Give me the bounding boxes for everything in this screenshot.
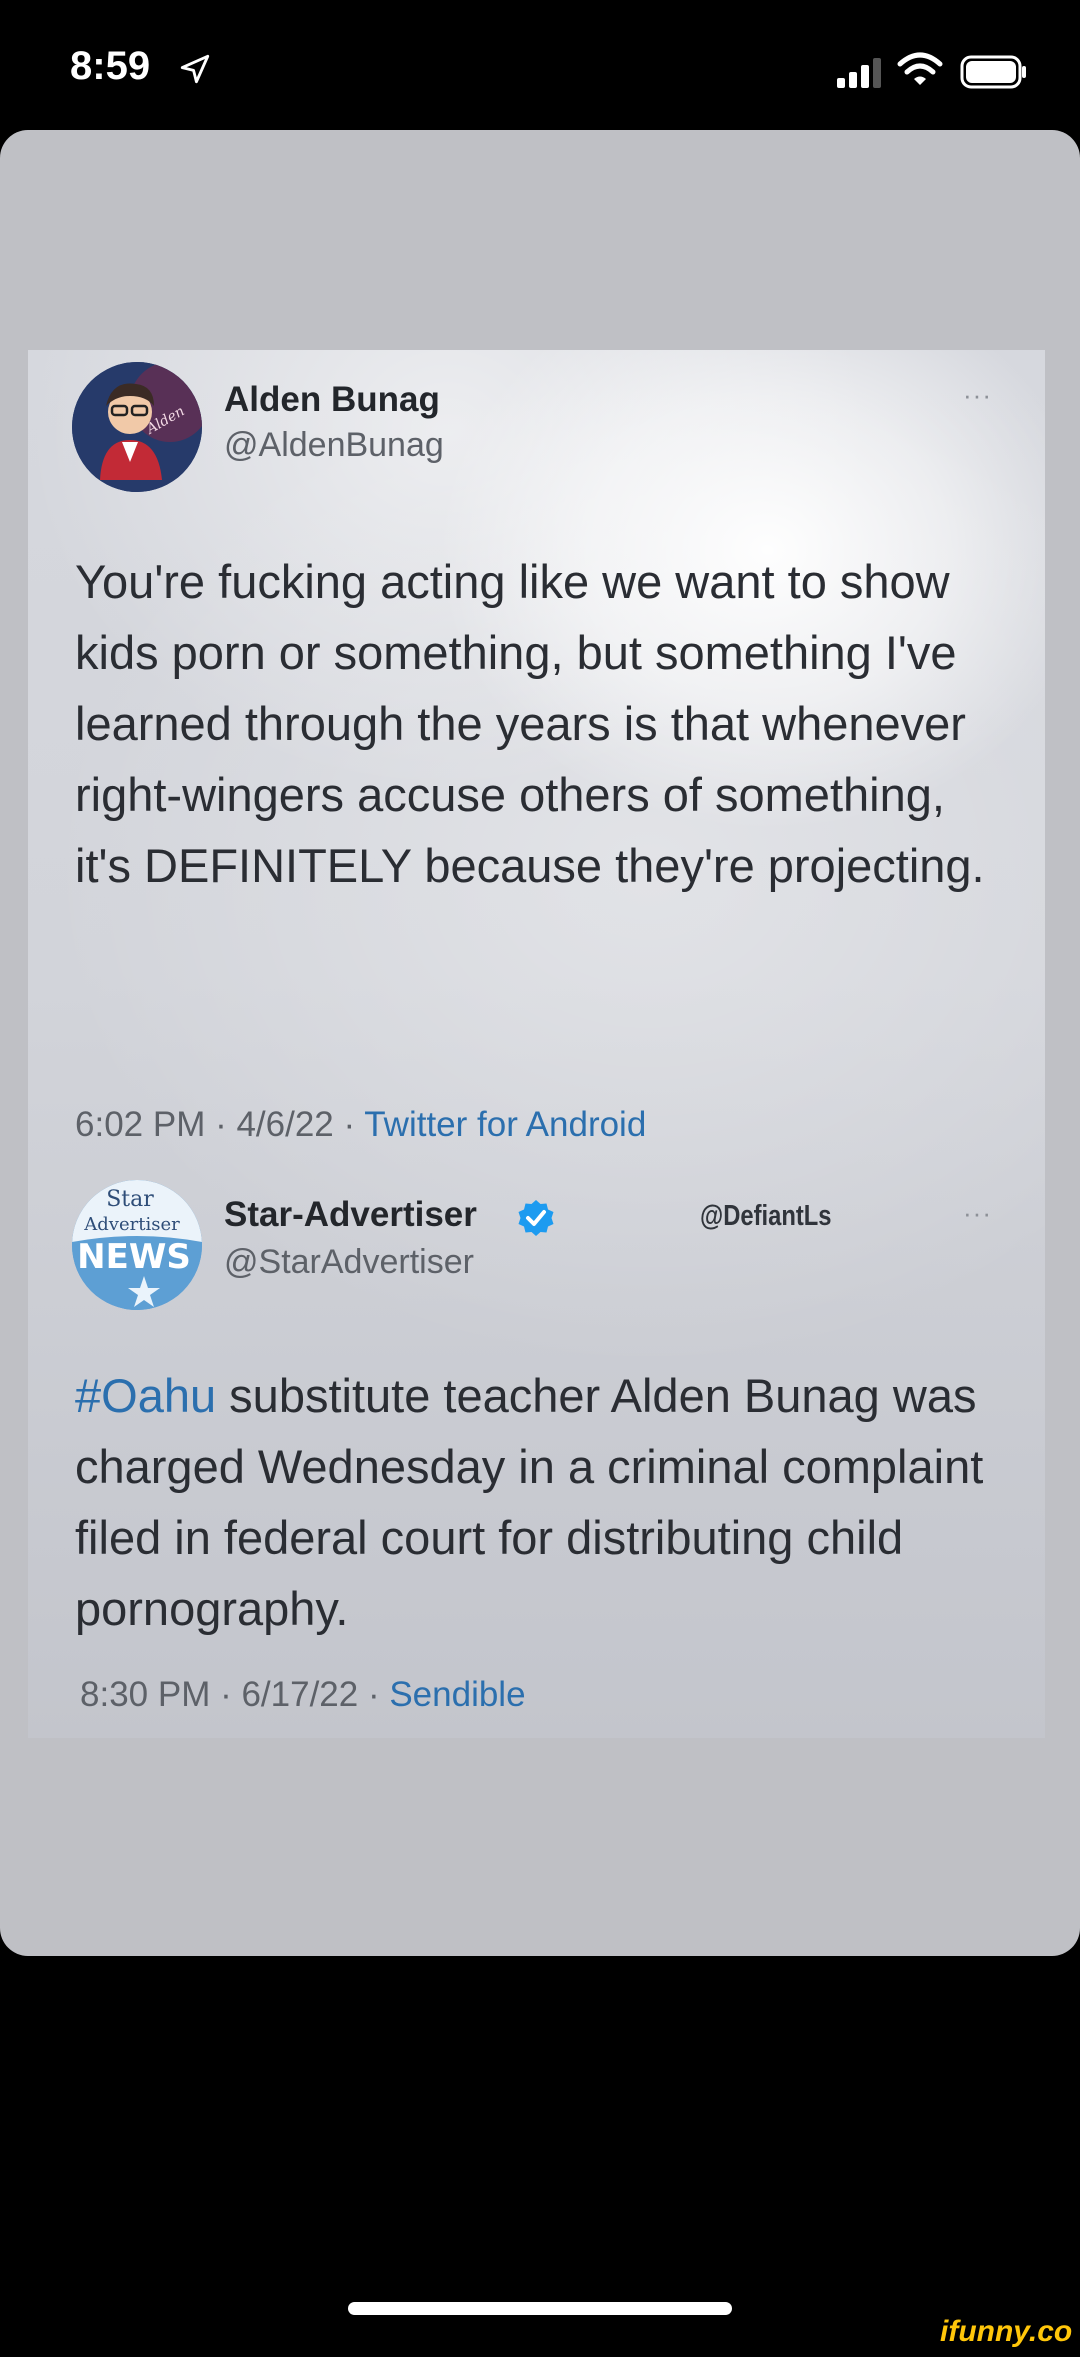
tweet1-meta: 6:02 PM · 4/6/22 · Twitter for Android <box>75 1105 646 1145</box>
tweet2-meta: 8:30 PM · 6/17/22 · Sendible <box>80 1675 526 1715</box>
location-arrow-icon <box>180 54 210 84</box>
tweet2-text: #Oahu substitute teacher Alden Bunag was… <box>75 1360 1035 1644</box>
tweet2-timestamp[interactable]: 8:30 PM · 6/17/22 · <box>80 1675 389 1714</box>
avatar-logo-star: Star <box>106 1187 154 1212</box>
photo-card: Alden Alden Bunag @AldenBunag ··· You're… <box>0 130 1080 1956</box>
tweet1-timestamp[interactable]: 6:02 PM · 4/6/22 · <box>75 1105 364 1144</box>
status-time: 8:59 <box>70 44 151 88</box>
home-indicator[interactable] <box>348 2302 732 2315</box>
avatar-star-advertiser[interactable]: Star Advertiser NEWS <box>72 1180 202 1310</box>
avatar-alden-bunag[interactable]: Alden <box>72 362 202 492</box>
tweet1-text: You're fucking acting like we want to sh… <box>75 555 985 892</box>
avatar-news-logo: Star Advertiser NEWS <box>72 1180 202 1310</box>
avatar-illustration: Alden <box>72 362 202 492</box>
tweet2-more-icon[interactable]: ··· <box>963 1198 992 1229</box>
tweet2-author-handle[interactable]: @StarAdvertiser <box>224 1243 474 1282</box>
avatar-logo-news: NEWS <box>77 1237 191 1277</box>
tweet2-source[interactable]: Sendible <box>389 1675 525 1714</box>
tweet2-hashtag[interactable]: #Oahu <box>75 1369 216 1422</box>
ifunny-watermark: ifunny.co <box>940 2315 1073 2348</box>
cellular-signal-icon <box>837 58 881 88</box>
tweet1-author-handle[interactable]: @AldenBunag <box>224 426 444 465</box>
overlay-watermark-handle: @DefiantLs <box>700 1200 832 1232</box>
avatar-logo-advertiser: Advertiser <box>83 1214 180 1235</box>
wifi-icon <box>897 52 943 85</box>
tweet2-author-name[interactable]: Star-Advertiser <box>224 1195 477 1235</box>
tweet1-more-icon[interactable]: ··· <box>963 380 992 411</box>
tweet1-source[interactable]: Twitter for Android <box>364 1105 646 1144</box>
battery-icon <box>960 55 1026 89</box>
tweet1-author-name[interactable]: Alden Bunag <box>224 380 440 420</box>
tweet-screenshot: Alden Alden Bunag @AldenBunag ··· You're… <box>28 350 1045 1738</box>
verified-badge-icon <box>518 1200 554 1236</box>
